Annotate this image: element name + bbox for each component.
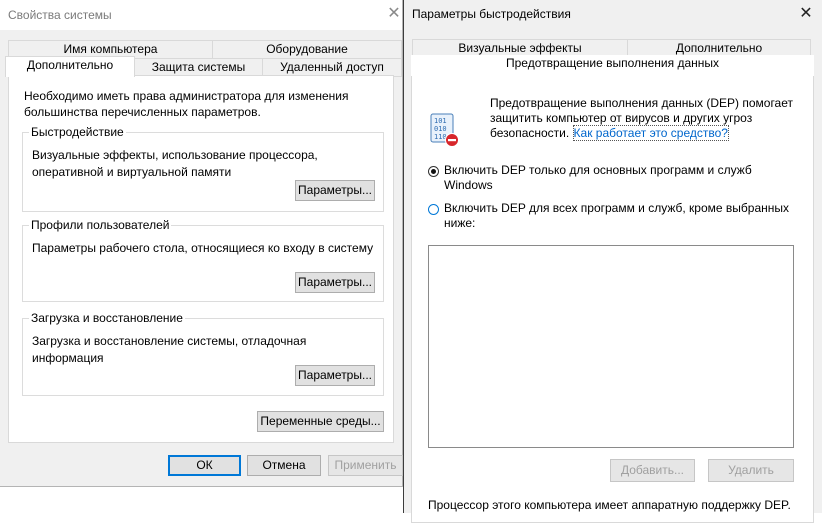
option-essential-label[interactable]: Включить DEP только для основных програм…: [444, 163, 784, 193]
svg-text:010: 010: [434, 125, 447, 133]
dep-panel: 101 010 110 Предотвращение выполнения да…: [411, 73, 814, 523]
tab-dep[interactable]: Предотвращение выполнения данных: [411, 55, 814, 76]
performance-legend: Быстродействие: [29, 125, 126, 139]
close-icon[interactable]: ✕: [383, 4, 405, 24]
user-profiles-description: Параметры рабочего стола, относящиеся ко…: [32, 241, 374, 255]
dep-intro-block: Предотвращение выполнения данных (DEP) п…: [490, 96, 800, 141]
environment-variables-button[interactable]: Переменные среды...: [257, 411, 384, 432]
user-profiles-legend: Профили пользователей: [29, 218, 172, 232]
add-button[interactable]: Добавить...: [610, 459, 695, 482]
radio-essential-only[interactable]: [428, 166, 439, 177]
performance-settings-button[interactable]: Параметры...: [295, 180, 375, 201]
svg-text:101: 101: [434, 117, 447, 125]
remove-button[interactable]: Удалить: [708, 459, 794, 482]
advanced-panel: Необходимо иметь права администратора дл…: [8, 75, 394, 443]
startup-recovery-legend: Загрузка и восстановление: [29, 311, 185, 325]
apply-button[interactable]: Применить: [328, 455, 403, 476]
ok-button[interactable]: ОК: [168, 455, 241, 476]
startup-recovery-description: Загрузка и восстановление системы, отлад…: [32, 334, 307, 365]
hardware-dep-note: Процессор этого компьютера имеет аппарат…: [428, 498, 791, 512]
user-profiles-group: Профили пользователей Параметры рабочего…: [22, 218, 384, 302]
close-icon[interactable]: ✕: [795, 4, 817, 24]
performance-group: Быстродействие Визуальные эффекты, испол…: [22, 125, 384, 212]
cancel-button[interactable]: Отмена: [247, 455, 321, 476]
tab-hardware[interactable]: Оборудование: [212, 40, 402, 59]
user-profiles-settings-button[interactable]: Параметры...: [295, 272, 375, 293]
svg-text:110: 110: [434, 133, 447, 141]
system-properties-window: Свойства системы ✕ Имя компьютера Оборуд…: [0, 0, 403, 487]
admin-note: Необходимо иметь права администратора дл…: [24, 89, 349, 119]
title-bar: Параметры быстродействия ✕: [404, 0, 822, 29]
dep-shield-icon: 101 010 110: [427, 112, 461, 148]
performance-options-window: Параметры быстродействия ✕ Визуальные эф…: [403, 0, 822, 523]
performance-description: Визуальные эффекты, использование процес…: [32, 148, 318, 179]
radio-all-programs[interactable]: [428, 204, 439, 215]
startup-recovery-settings-button[interactable]: Параметры...: [295, 365, 375, 386]
startup-recovery-group: Загрузка и восстановление Загрузка и вос…: [22, 311, 384, 396]
dep-help-link[interactable]: Как работает это средство?: [572, 125, 729, 141]
title-bar: Свойства системы ✕: [0, 0, 402, 30]
exclusions-list[interactable]: [428, 245, 794, 448]
option-all-label[interactable]: Включить DEP для всех программ и служб, …: [444, 201, 799, 231]
window-title: Параметры быстродействия: [412, 7, 571, 21]
window-title: Свойства системы: [8, 8, 112, 22]
tab-advanced[interactable]: Дополнительно: [5, 56, 135, 77]
